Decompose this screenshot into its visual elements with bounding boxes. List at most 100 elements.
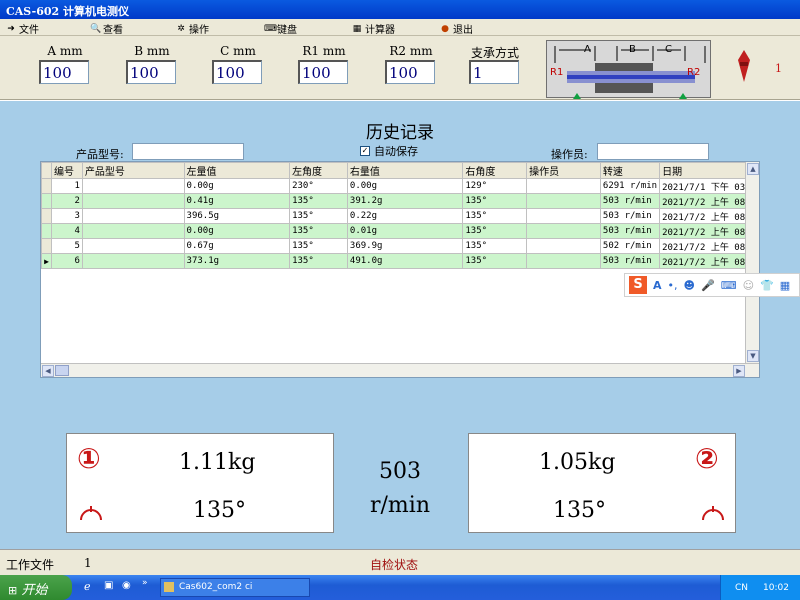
cell-product [81, 253, 185, 269]
table-row[interactable]: 1 0.00g 230° 0.00g 129° 6291 r/min 2021/… [41, 178, 759, 194]
table-row[interactable]: 2 0.41g 135° 391.2g 135° 503 r/min 2021/… [41, 193, 759, 209]
rotor-diagram: A B C R1 R2 [546, 40, 711, 99]
emoji-icon[interactable]: ☻ [684, 279, 695, 292]
quicklaunch-media-icon[interactable]: ◉ [122, 580, 131, 591]
cell-date: 2021/7/1 下午 03:2 [659, 178, 759, 194]
param-a-label: A mm [47, 44, 83, 58]
windows-logo-icon: ⊞ [8, 584, 18, 597]
right-channel-number: ② [695, 442, 719, 475]
col-id[interactable]: 编号 [50, 162, 83, 179]
param-b-label: B mm [134, 44, 170, 58]
cell-operator [526, 238, 601, 254]
table-row[interactable]: 5 0.67g 135° 369.9g 135° 502 r/min 2021/… [41, 238, 759, 254]
col-product[interactable]: 产品型号 [81, 162, 185, 179]
row-selector[interactable] [41, 178, 52, 194]
left-readout-panel: ① 1.11kg 135° [66, 433, 334, 533]
start-button[interactable]: ⊞ 开始 [0, 575, 72, 600]
param-a-input[interactable]: 100 [39, 60, 89, 84]
clock[interactable]: 10:02 [763, 583, 789, 593]
exit-icon: ● [441, 23, 449, 34]
cell-left-value: 0.67g [183, 238, 291, 254]
quicklaunch-ie-icon[interactable]: ℯ [84, 580, 91, 593]
scroll-down-icon[interactable]: ▼ [747, 350, 759, 362]
menu-exit[interactable]: ● 退出 [440, 21, 473, 37]
table-row[interactable]: 4 0.00g 135° 0.01g 135° 503 r/min 2021/7… [41, 223, 759, 239]
menu-calculator[interactable]: ▦ 计算器 [352, 21, 395, 37]
col-speed[interactable]: 转速 [599, 162, 661, 179]
sogou-logo-icon[interactable]: S [629, 276, 647, 294]
user-icon[interactable]: ☺ [743, 279, 754, 292]
col-date[interactable]: 日期 [659, 162, 759, 179]
row-selector-current[interactable]: ▶ [41, 253, 52, 269]
auto-save-label: 自动保存 [374, 145, 418, 158]
cell-left-value: 0.00g [183, 178, 291, 194]
skin-icon[interactable]: 👕 [760, 279, 774, 292]
col-operator[interactable]: 操作员 [526, 162, 601, 179]
vertical-scrollbar[interactable]: ▲ ▼ [745, 162, 759, 364]
param-r2-label: R2 mm [389, 44, 433, 58]
diagram-b: B [629, 44, 636, 55]
row-selector[interactable] [41, 238, 52, 254]
menu-keyboard[interactable]: ⌨ 键盘 [264, 21, 297, 37]
ime-toolbar[interactable]: S A •, ☻ 🎤 ⌨ ☺ 👕 ▦ [624, 273, 800, 297]
menu-calculator-label: 计算器 [365, 25, 395, 36]
param-c-input[interactable]: 100 [212, 60, 262, 84]
operator-input[interactable] [597, 143, 709, 160]
param-r1-input[interactable]: 100 [298, 60, 348, 84]
menu-operate[interactable]: ✲ 操作 [176, 21, 209, 37]
col-right-value[interactable]: 右量值 [346, 162, 464, 179]
table-row-selected[interactable]: ▶ 6 373.1g 135° 491.0g 135° 503 r/min 20… [41, 253, 759, 269]
menu-view[interactable]: 🔍 查看 [90, 21, 123, 37]
col-right-angle[interactable]: 右角度 [462, 162, 528, 179]
scroll-right-icon[interactable]: ▶ [733, 365, 745, 377]
history-grid[interactable]: 编号 产品型号 左量值 左角度 右量值 右角度 操作员 转速 日期 1 0.00… [40, 161, 760, 378]
punctuation-icon[interactable]: •, [668, 279, 678, 292]
left-value: 1.11kg [179, 450, 256, 475]
horizontal-scroll-thumb[interactable] [55, 365, 69, 376]
cell-speed: 503 r/min [599, 223, 661, 239]
table-row[interactable]: 3 396.5g 135° 0.22g 135° 503 r/min 2021/… [41, 208, 759, 224]
status-bar: 工作文件 1 自检状态 [0, 549, 800, 575]
col-left-value[interactable]: 左量值 [183, 162, 291, 179]
cell-right-angle: 135° [462, 223, 528, 239]
cell-speed: 502 r/min [599, 238, 661, 254]
support-mode-label: 支承方式 [470, 46, 519, 60]
param-b-input[interactable]: 100 [126, 60, 176, 84]
param-r2-input[interactable]: 100 [385, 60, 435, 84]
ime-mode-label[interactable]: A [653, 279, 662, 292]
rotor-diagram-svg: A B C R1 R2 [550, 44, 706, 99]
taskbar-app-button[interactable]: Cas602_com2 ci [160, 578, 310, 597]
mic-icon[interactable]: 🎤 [701, 279, 715, 292]
cell-operator [526, 253, 601, 269]
keyboard-icon[interactable]: ⌨ [721, 279, 737, 292]
horizontal-scrollbar[interactable]: ◀ ▶ [41, 363, 759, 377]
lang-indicator[interactable]: CN [735, 583, 748, 593]
cell-operator [526, 193, 601, 209]
support-mode-input[interactable]: 1 [469, 60, 519, 84]
scroll-up-icon[interactable]: ▲ [747, 163, 759, 175]
cell-right-angle: 135° [462, 238, 528, 254]
grid-icon[interactable]: ▦ [780, 279, 790, 292]
diagram-r2: R2 [687, 67, 700, 78]
row-selector[interactable] [41, 193, 52, 209]
param-r1-label: R1 mm [302, 44, 346, 58]
product-model-input[interactable] [132, 143, 244, 160]
auto-save-checkbox[interactable]: ✓ 自动保存 [360, 143, 418, 159]
col-left-angle[interactable]: 左角度 [289, 162, 348, 179]
row-selector[interactable] [41, 223, 52, 239]
row-selector[interactable] [41, 208, 52, 224]
cell-date: 2021/7/2 上午 08:4 [659, 223, 759, 239]
work-file-label: 工作文件 [6, 558, 55, 572]
self-check-status: 自检状态 [370, 558, 419, 572]
cell-speed: 503 r/min [599, 208, 661, 224]
cell-operator [526, 208, 601, 224]
cell-left-angle: 230° [289, 178, 348, 194]
scroll-left-icon[interactable]: ◀ [42, 365, 54, 377]
cell-product [81, 178, 185, 194]
cell-operator [526, 223, 601, 239]
quicklaunch-desktop-icon[interactable]: ▣ [104, 580, 113, 591]
history-title: 历史记录 [366, 123, 434, 143]
menu-file[interactable]: ➜ 文件 [6, 21, 39, 37]
cell-left-value: 396.5g [183, 208, 291, 224]
quicklaunch-more-icon[interactable]: » [142, 578, 148, 588]
